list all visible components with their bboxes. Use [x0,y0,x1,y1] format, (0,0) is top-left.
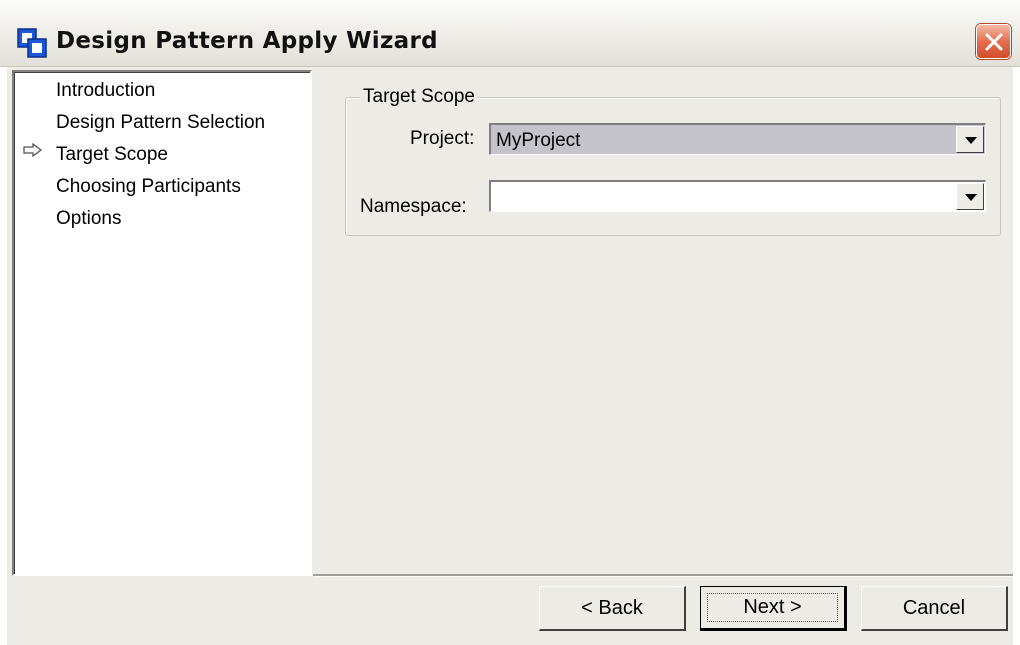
close-button[interactable] [976,24,1011,59]
back-button[interactable]: < Back [539,586,686,631]
step-design-pattern-selection: Design Pattern Selection [56,112,266,133]
back-button-label: < Back [581,596,643,619]
chevron-down-icon [965,194,977,201]
chevron-down-icon [965,137,977,144]
namespace-label: Namespace: [360,196,467,217]
step-target-scope: Target Scope [56,144,168,165]
step-choosing-participants: Choosing Participants [56,176,241,197]
focus-rect [707,593,838,622]
project-label: Project: [410,128,475,149]
namespace-combobox[interactable] [489,180,986,212]
project-dropdown-button[interactable] [956,126,984,153]
wizard-step-list: Introduction Design Pattern Selection Ta… [12,70,312,576]
group-title: Target Scope [360,86,478,108]
step-options: Options [56,208,122,229]
overlapping-squares-icon [17,28,47,58]
project-combobox[interactable]: MyProject [489,123,986,155]
step-introduction: Introduction [56,80,156,101]
next-button[interactable]: Next > [700,586,847,631]
cancel-button-label: Cancel [902,596,966,619]
cancel-button[interactable]: Cancel [861,586,1008,631]
window-title: Design Pattern Apply Wizard [56,28,438,54]
close-x-icon [985,33,1002,50]
arrow-right-icon [23,143,43,157]
namespace-dropdown-button[interactable] [956,183,984,210]
project-value: MyProject [496,130,581,151]
title-bar: Design Pattern Apply Wizard [0,0,1020,67]
